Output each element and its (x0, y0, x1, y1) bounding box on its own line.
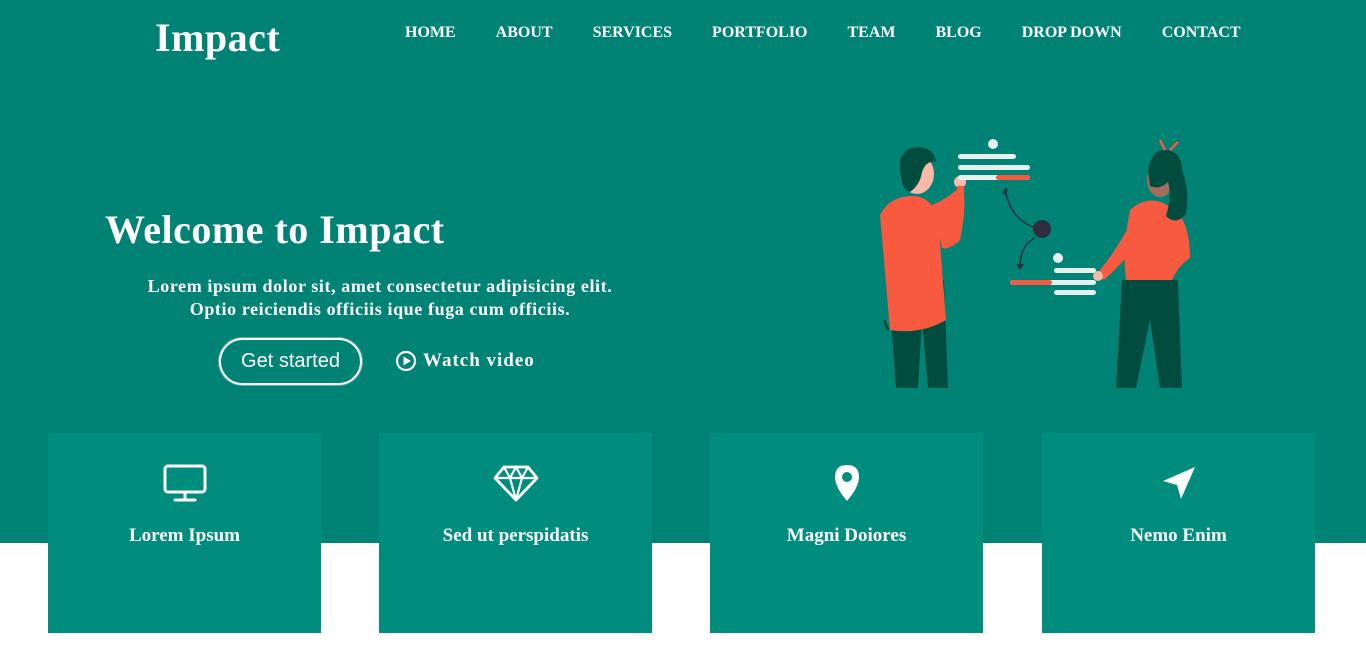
main-nav: HOME ABOUT SERVICES PORTFOLIO TEAM BLOG … (405, 24, 1241, 42)
monitor-icon (163, 464, 206, 502)
hero-subtitle: Lorem ipsum dolor sit, amet consectetur … (105, 275, 655, 321)
watch-video-label: Watch video (423, 350, 535, 371)
feature-card-sed-ut[interactable]: Sed ut perspidatis (379, 433, 652, 633)
site-logo[interactable]: Impact (155, 14, 280, 61)
play-circle-icon (395, 350, 417, 372)
feature-card-nemo-enim[interactable]: Nemo Enim (1042, 433, 1315, 633)
feature-cards: Lorem Ipsum Sed ut perspidatis Magni Doi… (48, 433, 1318, 633)
feature-card-magni-doiores[interactable]: Magni Doiores (710, 433, 983, 633)
hero-illustration (880, 139, 1190, 388)
feature-card-title: Sed ut perspidatis (442, 525, 589, 546)
nav-item-home[interactable]: HOME (405, 24, 456, 42)
feature-card-title: Lorem Ipsum (128, 525, 241, 546)
nav-item-dropdown[interactable]: DROP DOWN (1022, 24, 1122, 42)
feature-card-lorem-ipsum[interactable]: Lorem Ipsum (48, 433, 321, 633)
feature-card-title: Nemo Enim (1130, 525, 1227, 546)
hero-subtitle-line1: Lorem ipsum dolor sit, amet consectetur … (147, 276, 613, 296)
nav-item-about[interactable]: ABOUT (496, 24, 553, 42)
floating-card-bottom (1010, 253, 1096, 295)
floating-card-top (958, 139, 1030, 180)
man-figure (880, 147, 966, 388)
nav-item-team[interactable]: TEAM (848, 24, 896, 42)
nav-item-services[interactable]: SERVICES (593, 24, 672, 42)
hero-title: Welcome to Impact (105, 207, 445, 252)
site-header: Impact HOME ABOUT SERVICES PORTFOLIO TEA… (0, 0, 1366, 80)
nav-item-portfolio[interactable]: PORTFOLIO (712, 24, 807, 42)
nav-item-contact[interactable]: CONTACT (1162, 24, 1241, 42)
map-pin-icon (834, 465, 859, 501)
navigation-arrow-icon (1162, 467, 1195, 499)
connector-arrows (1002, 187, 1051, 270)
get-started-button[interactable]: Get started (219, 338, 362, 385)
diamond-icon (493, 465, 538, 502)
nav-item-blog[interactable]: BLOG (936, 24, 982, 42)
woman-figure (1093, 139, 1190, 388)
hero-content: Welcome to Impact Lorem ipsum dolor sit,… (105, 206, 665, 319)
watch-video-button[interactable]: Watch video (395, 347, 535, 375)
hero-subtitle-line2: Optio reiciendis officiis ique fuga cum … (189, 299, 571, 319)
feature-card-title: Magni Doiores (786, 525, 907, 546)
